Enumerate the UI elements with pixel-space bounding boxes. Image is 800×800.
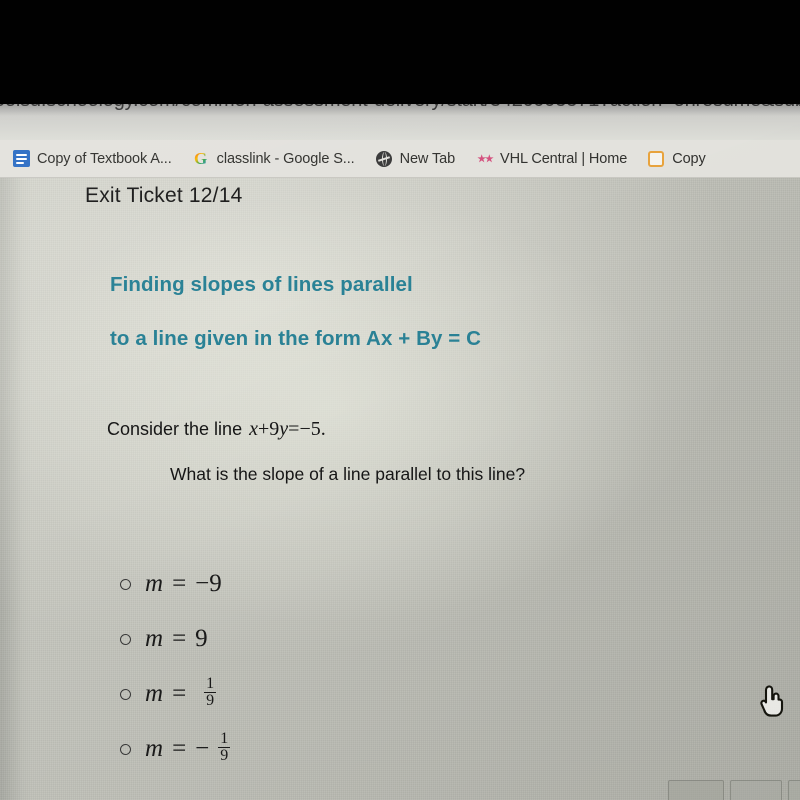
bookmark-copy[interactable]: Copy [647, 150, 706, 168]
bookmark-label: VHL Central | Home [500, 150, 628, 167]
heading-line-1: Finding slopes of lines parallel [110, 273, 413, 296]
radio-button[interactable] [120, 579, 131, 590]
globe-icon [375, 150, 393, 168]
bookmark-label: Copy [672, 150, 706, 167]
answer-option-a[interactable]: m = −9 [120, 556, 230, 611]
answer-options-list: m = −9 m = 9 m = 1 9 m = − 1 9 [120, 556, 231, 776]
option-fraction: 1 9 [218, 729, 231, 765]
eq-plus: + [257, 418, 270, 440]
answer-option-label: m = 1 9 [145, 674, 217, 711]
fraction-numerator: 1 [220, 729, 229, 747]
bookmark-label: classlink - Google S... [216, 150, 355, 167]
bookmarks-bar: Copy of Textbook A... G classlink - Goog… [0, 140, 800, 178]
fraction-numerator: 1 [206, 674, 215, 692]
option-sign: − [195, 734, 210, 762]
fraction-denominator: 9 [204, 692, 217, 709]
bookmark-new-tab[interactable]: New Tab [375, 150, 455, 168]
photo-letterbox-top [0, 0, 800, 104]
prompt-label: Consider the line [107, 419, 243, 439]
eq-rhs: −5 [299, 418, 321, 440]
bookmark-classlink[interactable]: G classlink - Google S... [192, 150, 355, 168]
option-equals: = [172, 569, 187, 597]
radio-button[interactable] [120, 634, 131, 645]
question-prompt: Consider the line x+9y=−5. [107, 418, 326, 441]
footer-button-3[interactable] [788, 780, 800, 800]
option-fraction: 1 9 [204, 674, 217, 710]
answer-option-label: m = −9 [145, 570, 222, 598]
eq-equals: = [288, 418, 300, 440]
screenshot-root: oolsd.schoology.com/common-assessment-de… [0, 0, 800, 800]
fraction-denominator: 9 [218, 747, 231, 764]
option-var: m [145, 734, 164, 762]
prompt-equation: x+9y=−5. [249, 418, 326, 441]
bookmark-label: New Tab [399, 150, 456, 167]
option-equals: = [172, 679, 187, 707]
answer-option-c[interactable]: m = 1 9 [120, 666, 230, 721]
answer-option-label: m = − 1 9 [145, 729, 231, 766]
browser-url-bar[interactable]: oolsd.schoology.com/common-assessment-de… [0, 100, 800, 142]
footer-button-2[interactable] [730, 780, 782, 800]
question-heading: Finding slopes of lines parallel to a li… [110, 270, 710, 353]
option-equals: = [172, 624, 187, 652]
google-icon: G [194, 149, 208, 168]
option-value: 9 [195, 624, 208, 652]
eq-var-x: x [249, 418, 258, 440]
option-var: m [145, 569, 164, 597]
page-title: Exit Ticket 12/14 [85, 184, 243, 207]
option-var: m [145, 624, 164, 652]
eq-coefficient: 9 [269, 418, 280, 440]
answer-option-label: m = 9 [145, 625, 208, 653]
page-left-gutter [0, 178, 32, 800]
footer-button-row [668, 780, 800, 800]
assessment-page: Exit Ticket 12/14 Finding slopes of line… [0, 178, 800, 800]
option-value: −9 [195, 569, 222, 597]
sheet-icon [647, 150, 665, 168]
heading-line-2: to a line given in the form Ax + By = C [110, 327, 482, 351]
option-equals: = [172, 734, 187, 762]
option-var: m [145, 679, 164, 707]
eq-var-y: y [279, 418, 289, 440]
bookmark-label: Copy of Textbook A... [37, 150, 172, 167]
pointing-hand-cursor [755, 683, 787, 724]
bookmark-copy-of-textbook[interactable]: Copy of Textbook A... [12, 150, 172, 168]
radio-button[interactable] [120, 744, 131, 755]
answer-option-b[interactable]: m = 9 [120, 611, 230, 666]
answer-option-d[interactable]: m = − 1 9 [120, 721, 231, 776]
vhl-icon: ⋆⋆ [476, 149, 494, 168]
footer-button-1[interactable] [668, 780, 724, 800]
question-text: What is the slope of a line parallel to … [170, 464, 526, 484]
eq-period: . [320, 418, 326, 440]
radio-button[interactable] [120, 689, 131, 700]
document-icon [12, 150, 30, 168]
bookmark-vhl-central[interactable]: ⋆⋆ VHL Central | Home [475, 150, 627, 168]
